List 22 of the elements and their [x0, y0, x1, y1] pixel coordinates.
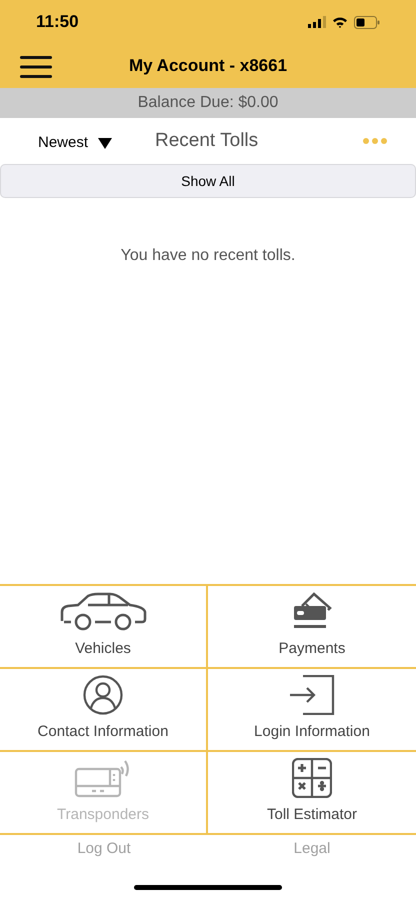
calculator-icon — [292, 758, 332, 798]
menu-tile-label[interactable]: Login Information — [254, 720, 370, 743]
menu-tile-label[interactable]: Toll Estimator — [266, 804, 358, 826]
wifi-icon — [332, 16, 348, 28]
empty-message: You have no recent tolls. — [120, 246, 296, 266]
menu-tile-label[interactable]: Contact Information — [38, 720, 168, 743]
caret-icon — [98, 138, 112, 149]
section-title: Recent Tolls — [155, 128, 258, 153]
login-arrow-icon — [289, 674, 335, 714]
show-all-button[interactable]: Show All — [0, 164, 416, 198]
user-icon — [83, 674, 123, 714]
menu-tile-label[interactable]: Payments — [278, 638, 346, 660]
menu-tile-label[interactable]: Vehicles — [75, 638, 131, 660]
status-time: 11:50 — [36, 11, 79, 34]
transponder-icon — [74, 758, 132, 798]
car-icon — [58, 592, 148, 632]
balance-due: Balance Due: $0.00 — [138, 93, 278, 113]
page-title: My Account - x8661 — [128, 55, 288, 78]
signal-icon — [308, 16, 326, 28]
sort-dropdown[interactable]: Newest — [38, 132, 112, 154]
menu-icon[interactable] — [20, 56, 52, 78]
battery-icon — [354, 16, 380, 28]
